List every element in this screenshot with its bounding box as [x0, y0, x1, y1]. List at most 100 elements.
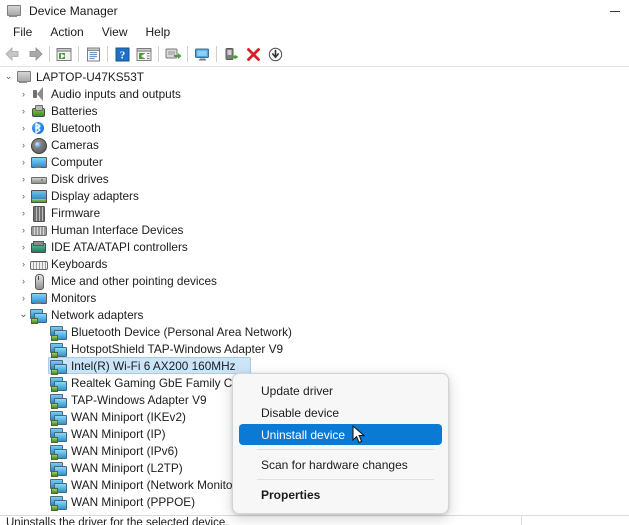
- device-manager-window: Device Manager File Action View Help ? ⌄…: [0, 0, 629, 525]
- status-text: Uninstalls the driver for the selected d…: [6, 517, 229, 525]
- chevron-right-icon[interactable]: ›: [17, 289, 30, 306]
- monitor-icon: [30, 290, 47, 306]
- context-menu[interactable]: Update driver Disable device Uninstall dev…: [232, 373, 449, 514]
- update-driver-button[interactable]: [220, 43, 242, 65]
- keyboard-icon: [30, 256, 48, 272]
- chevron-right-icon[interactable]: ›: [17, 119, 30, 136]
- device-manager-icon: [5, 3, 21, 19]
- tree-row-category[interactable]: › Keyboards: [0, 255, 629, 272]
- disk-drive-icon: [30, 171, 47, 187]
- toolbar: ?: [0, 42, 629, 67]
- chevron-right-icon[interactable]: ›: [17, 170, 30, 187]
- tree-row-label: WAN Miniport (IKEv2): [71, 409, 186, 424]
- properties-button[interactable]: [82, 43, 104, 65]
- chevron-down-icon[interactable]: ⌄: [17, 306, 30, 323]
- network-adapter-icon: [50, 324, 67, 341]
- network-adapter-icon: [50, 494, 67, 511]
- ctx-update-driver[interactable]: Update driver: [239, 380, 442, 401]
- ctx-scan-hardware-changes[interactable]: Scan for hardware changes: [239, 454, 442, 475]
- window-title: Device Manager: [29, 4, 118, 18]
- tree-row-device[interactable]: Bluetooth Device (Personal Area Network): [0, 323, 629, 341]
- ctx-uninstall-device[interactable]: Uninstall device: [239, 424, 442, 445]
- tree-row-label: LAPTOP-U47KS53T: [36, 69, 144, 84]
- menu-view[interactable]: View: [93, 23, 137, 42]
- chevron-right-icon[interactable]: ›: [17, 136, 30, 153]
- chevron-right-icon[interactable]: ›: [17, 102, 30, 119]
- tree-row-label: Human Interface Devices: [51, 222, 184, 237]
- tree-row-category[interactable]: › Mice and other pointing devices: [0, 272, 629, 290]
- tree-row-label: Computer: [51, 154, 103, 169]
- chevron-down-icon[interactable]: ⌄: [2, 68, 15, 85]
- tree-row-category[interactable]: › Audio inputs and outputs: [0, 85, 629, 102]
- menu-action[interactable]: Action: [41, 23, 92, 42]
- toolbar-separator: [49, 46, 50, 62]
- network-adapter-icon: [50, 341, 67, 358]
- tree-row-category[interactable]: › Firmware: [0, 204, 629, 222]
- computer-icon: [15, 69, 31, 85]
- scan-hardware-changes-button[interactable]: [162, 43, 184, 65]
- menu-file[interactable]: File: [4, 23, 41, 42]
- view-list-button[interactable]: [133, 43, 155, 65]
- tree-row-category[interactable]: › Bluetooth: [0, 119, 629, 136]
- camera-icon: [30, 137, 47, 154]
- network-adapter-icon: [50, 460, 67, 477]
- tree-row-category[interactable]: ⌄ Network adapters: [0, 306, 629, 324]
- network-adapter-icon: [50, 443, 67, 460]
- tree-row-label: Monitors: [51, 290, 97, 305]
- tree-row-device-selected[interactable]: Intel(R) Wi-Fi 6 AX200 160MHz: [0, 357, 629, 375]
- tree-row-label: Mice and other pointing devices: [51, 273, 217, 288]
- chevron-right-icon[interactable]: ›: [17, 272, 30, 289]
- chevron-right-icon[interactable]: ›: [17, 238, 30, 255]
- tree-row-label: Intel(R) Wi-Fi 6 AX200 160MHz: [71, 358, 236, 373]
- tree-row-label: Display adapters: [51, 188, 139, 203]
- tree-row-category[interactable]: › Computer: [0, 153, 629, 170]
- tree-row-label: HotspotShield TAP-Windows Adapter V9: [71, 341, 284, 356]
- chevron-right-icon[interactable]: ›: [17, 153, 30, 170]
- tree-row-label: WAN Miniport (IP): [71, 426, 166, 441]
- network-adapter-icon: [50, 392, 67, 409]
- tree-row-category[interactable]: › Human Interface Devices: [0, 221, 629, 238]
- tree-row-device[interactable]: HotspotShield TAP-Windows Adapter V9: [0, 340, 629, 358]
- toolbar-separator: [216, 46, 217, 62]
- tree-row-label: TAP-Windows Adapter V9: [71, 392, 207, 407]
- show-hidden-devices-button[interactable]: [191, 43, 213, 65]
- chevron-right-icon[interactable]: ›: [17, 255, 30, 272]
- ctx-disable-device[interactable]: Disable device: [239, 402, 442, 423]
- window-controls: [601, 0, 629, 22]
- tree-row-label: WAN Miniport (IPv6): [71, 443, 179, 458]
- show-hide-console-tree-button[interactable]: [53, 43, 75, 65]
- tree-row-category[interactable]: › Monitors: [0, 289, 629, 306]
- minimize-button[interactable]: [601, 0, 629, 22]
- plug-icon: [31, 317, 38, 324]
- tree-row-category[interactable]: › IDE ATA/ATAPI controllers: [0, 238, 629, 255]
- chevron-right-icon[interactable]: ›: [17, 221, 30, 238]
- tree-row-label: Bluetooth Device (Personal Area Network): [71, 324, 292, 339]
- tree-row-label: Firmware: [51, 205, 101, 220]
- tree-row-category[interactable]: › Batteries: [0, 102, 629, 119]
- tree-row-label: WAN Miniport (PPPOE): [71, 494, 196, 509]
- status-bar-divider: [521, 516, 522, 525]
- forward-button[interactable]: [24, 43, 46, 65]
- chevron-right-icon[interactable]: ›: [17, 204, 30, 221]
- menu-help[interactable]: Help: [137, 23, 180, 42]
- help-button[interactable]: ?: [111, 43, 133, 65]
- back-button[interactable]: [2, 43, 24, 65]
- chevron-right-icon[interactable]: ›: [17, 187, 30, 204]
- tree-row-label: Bluetooth: [51, 120, 101, 135]
- menu-bar: File Action View Help: [0, 22, 629, 42]
- tree-row-category[interactable]: › Disk drives: [0, 170, 629, 187]
- tree-row-label: Network adapters: [51, 307, 144, 322]
- network-adapter-icon: [50, 477, 67, 494]
- plug-icon: [51, 504, 58, 511]
- firmware-icon: [30, 205, 46, 222]
- tree-row-label: WAN Miniport (L2TP): [71, 460, 183, 475]
- tree-row-root[interactable]: ⌄ LAPTOP-U47KS53T: [0, 68, 629, 85]
- ctx-properties[interactable]: Properties: [239, 484, 442, 505]
- network-adapter-icon: [30, 307, 47, 324]
- network-adapter-icon: [50, 375, 67, 392]
- tree-row-category[interactable]: › Cameras: [0, 136, 629, 154]
- tree-row-category[interactable]: › Display adapters: [0, 187, 629, 204]
- chevron-right-icon[interactable]: ›: [17, 85, 30, 102]
- disable-device-button[interactable]: [264, 43, 286, 65]
- uninstall-device-button[interactable]: [242, 43, 264, 65]
